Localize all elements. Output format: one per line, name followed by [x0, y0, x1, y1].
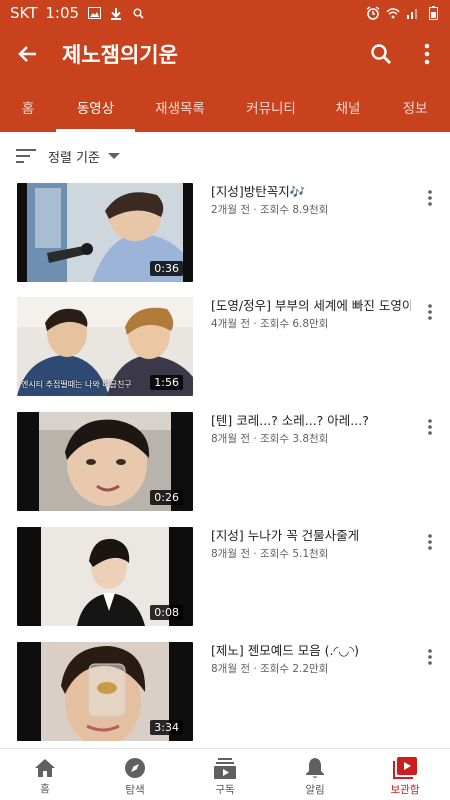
video-title[interactable]: [제노] 젠모예드 모음 (.◜◡◝) [211, 643, 411, 659]
nav-home-label: 홈 [40, 782, 50, 795]
nav-subscriptions-label: 구독 [215, 783, 235, 796]
video-menu-button[interactable] [418, 645, 442, 669]
signal-icon [406, 6, 420, 20]
clock: 1:05 [45, 4, 80, 22]
carrier-label: SKT [10, 4, 38, 22]
video-duration: 0:26 [150, 490, 183, 505]
video-meta: 4개월 전 · 조회수 6.8만회 [211, 318, 329, 330]
video-duration: 0:36 [150, 261, 183, 276]
app-bar: 제노잼의기운 [0, 26, 450, 82]
tab-home[interactable]: 홈 [10, 82, 46, 132]
nav-subscriptions[interactable]: 구독 [180, 749, 270, 800]
channel-title: 제노잼의기운 [62, 43, 178, 67]
video-menu-button[interactable] [418, 415, 442, 439]
back-button[interactable] [0, 26, 56, 82]
video-title[interactable]: [텐] 코레...? 소레...? 아레...? [211, 413, 411, 429]
search-button[interactable] [358, 26, 404, 82]
video-list-item[interactable]: 0:26 [텐] 코레...? 소레...? 아레...? 8개월 전 · 조회… [0, 409, 450, 511]
battery-icon [426, 6, 440, 20]
sort-icon [16, 149, 36, 163]
bell-icon [306, 757, 324, 778]
tab-community[interactable]: 커뮤니티 [232, 82, 310, 132]
channel-tabs: 홈 동영상 재생목록 커뮤니티 채널 정보 [0, 82, 450, 132]
nav-explore-label: 탐색 [125, 783, 145, 796]
more-vertical-icon [428, 304, 432, 320]
nav-library-label: 보관함 [390, 783, 420, 796]
video-thumbnail[interactable]: 0:26 [17, 412, 193, 511]
video-thumbnail[interactable]: 0:08 [17, 527, 193, 626]
alarm-icon [366, 6, 380, 20]
home-icon [35, 758, 55, 777]
chevron-down-icon [107, 153, 120, 159]
video-meta: 2개월 전 · 조회수 8.9천회 [211, 204, 329, 216]
video-list-item[interactable]: 엔시티 추접떨때는 나와 며글친구 1:56 [도영/정우] 부부의 세계에 빠… [0, 294, 450, 396]
video-meta: 8개월 전 · 조회수 2.2만회 [211, 663, 329, 675]
search-icon [371, 44, 391, 64]
video-list-item[interactable]: 3:34 [제노] 젠모예드 모음 (.◜◡◝) 8개월 전 · 조회수 2.2… [0, 639, 450, 741]
more-options-button[interactable] [404, 26, 450, 82]
tab-about[interactable]: 정보 [392, 82, 438, 132]
bottom-navigation: 홈 탐색 구독 알림 보관함 [0, 748, 450, 800]
video-menu-button[interactable] [418, 530, 442, 554]
nav-notifications[interactable]: 알림 [270, 749, 360, 800]
more-vertical-icon [428, 419, 432, 435]
video-menu-button[interactable] [418, 300, 442, 324]
gallery-icon [87, 6, 101, 20]
more-vertical-icon [428, 649, 432, 665]
more-vertical-icon [428, 190, 432, 206]
video-title[interactable]: [지성]방탄꼭지🎶 [211, 184, 411, 200]
video-title[interactable]: [지성] 누나가 꼭 건물사줄게 [211, 528, 411, 544]
video-title[interactable]: [도영/정우] 부부의 세계에 빠진 도영이 [211, 298, 411, 314]
video-thumbnail[interactable]: 3:34 [17, 642, 193, 741]
nav-explore[interactable]: 탐색 [90, 749, 180, 800]
video-list-item[interactable]: 0:08 [지성] 누나가 꼭 건물사줄게 8개월 전 · 조회수 5.1천회 [0, 524, 450, 626]
tab-videos[interactable]: 동영상 [56, 82, 135, 132]
status-bar: SKT 1:05 [0, 0, 450, 26]
compass-icon [125, 757, 145, 778]
download-icon [109, 6, 123, 20]
tab-playlists[interactable]: 재생목록 [145, 82, 215, 132]
nav-home[interactable]: 홈 [0, 749, 90, 800]
sort-label: 정렬 기준 [48, 150, 100, 166]
arrow-left-icon [18, 46, 36, 62]
more-vertical-icon [428, 534, 432, 550]
wifi-icon [386, 6, 400, 20]
video-duration: 1:56 [150, 375, 183, 390]
subscriptions-icon [214, 757, 236, 779]
tab-channels[interactable]: 채널 [324, 82, 372, 132]
video-menu-button[interactable] [418, 186, 442, 210]
more-vertical-icon [424, 43, 430, 65]
video-meta: 8개월 전 · 조회수 5.1천회 [211, 548, 329, 560]
video-meta: 8개월 전 · 조회수 3.8천회 [211, 433, 329, 445]
video-duration: 0:08 [150, 605, 183, 620]
nav-library[interactable]: 보관함 [360, 749, 450, 800]
thumbnail-caption: 엔시티 추접떨때는 나와 며글친구 [21, 380, 132, 389]
video-thumbnail[interactable]: 엔시티 추접떨때는 나와 며글친구 1:56 [17, 297, 193, 396]
video-list-item[interactable]: 0:36 [지성]방탄꼭지🎶 2개월 전 · 조회수 8.9천회 [0, 180, 450, 282]
library-icon [393, 756, 417, 779]
video-thumbnail[interactable]: 0:36 [17, 183, 193, 282]
video-duration: 3:34 [150, 720, 183, 735]
search-small-icon [131, 6, 145, 20]
nav-notifications-label: 알림 [305, 783, 325, 796]
sort-control[interactable]: 정렬 기준 [0, 132, 450, 180]
